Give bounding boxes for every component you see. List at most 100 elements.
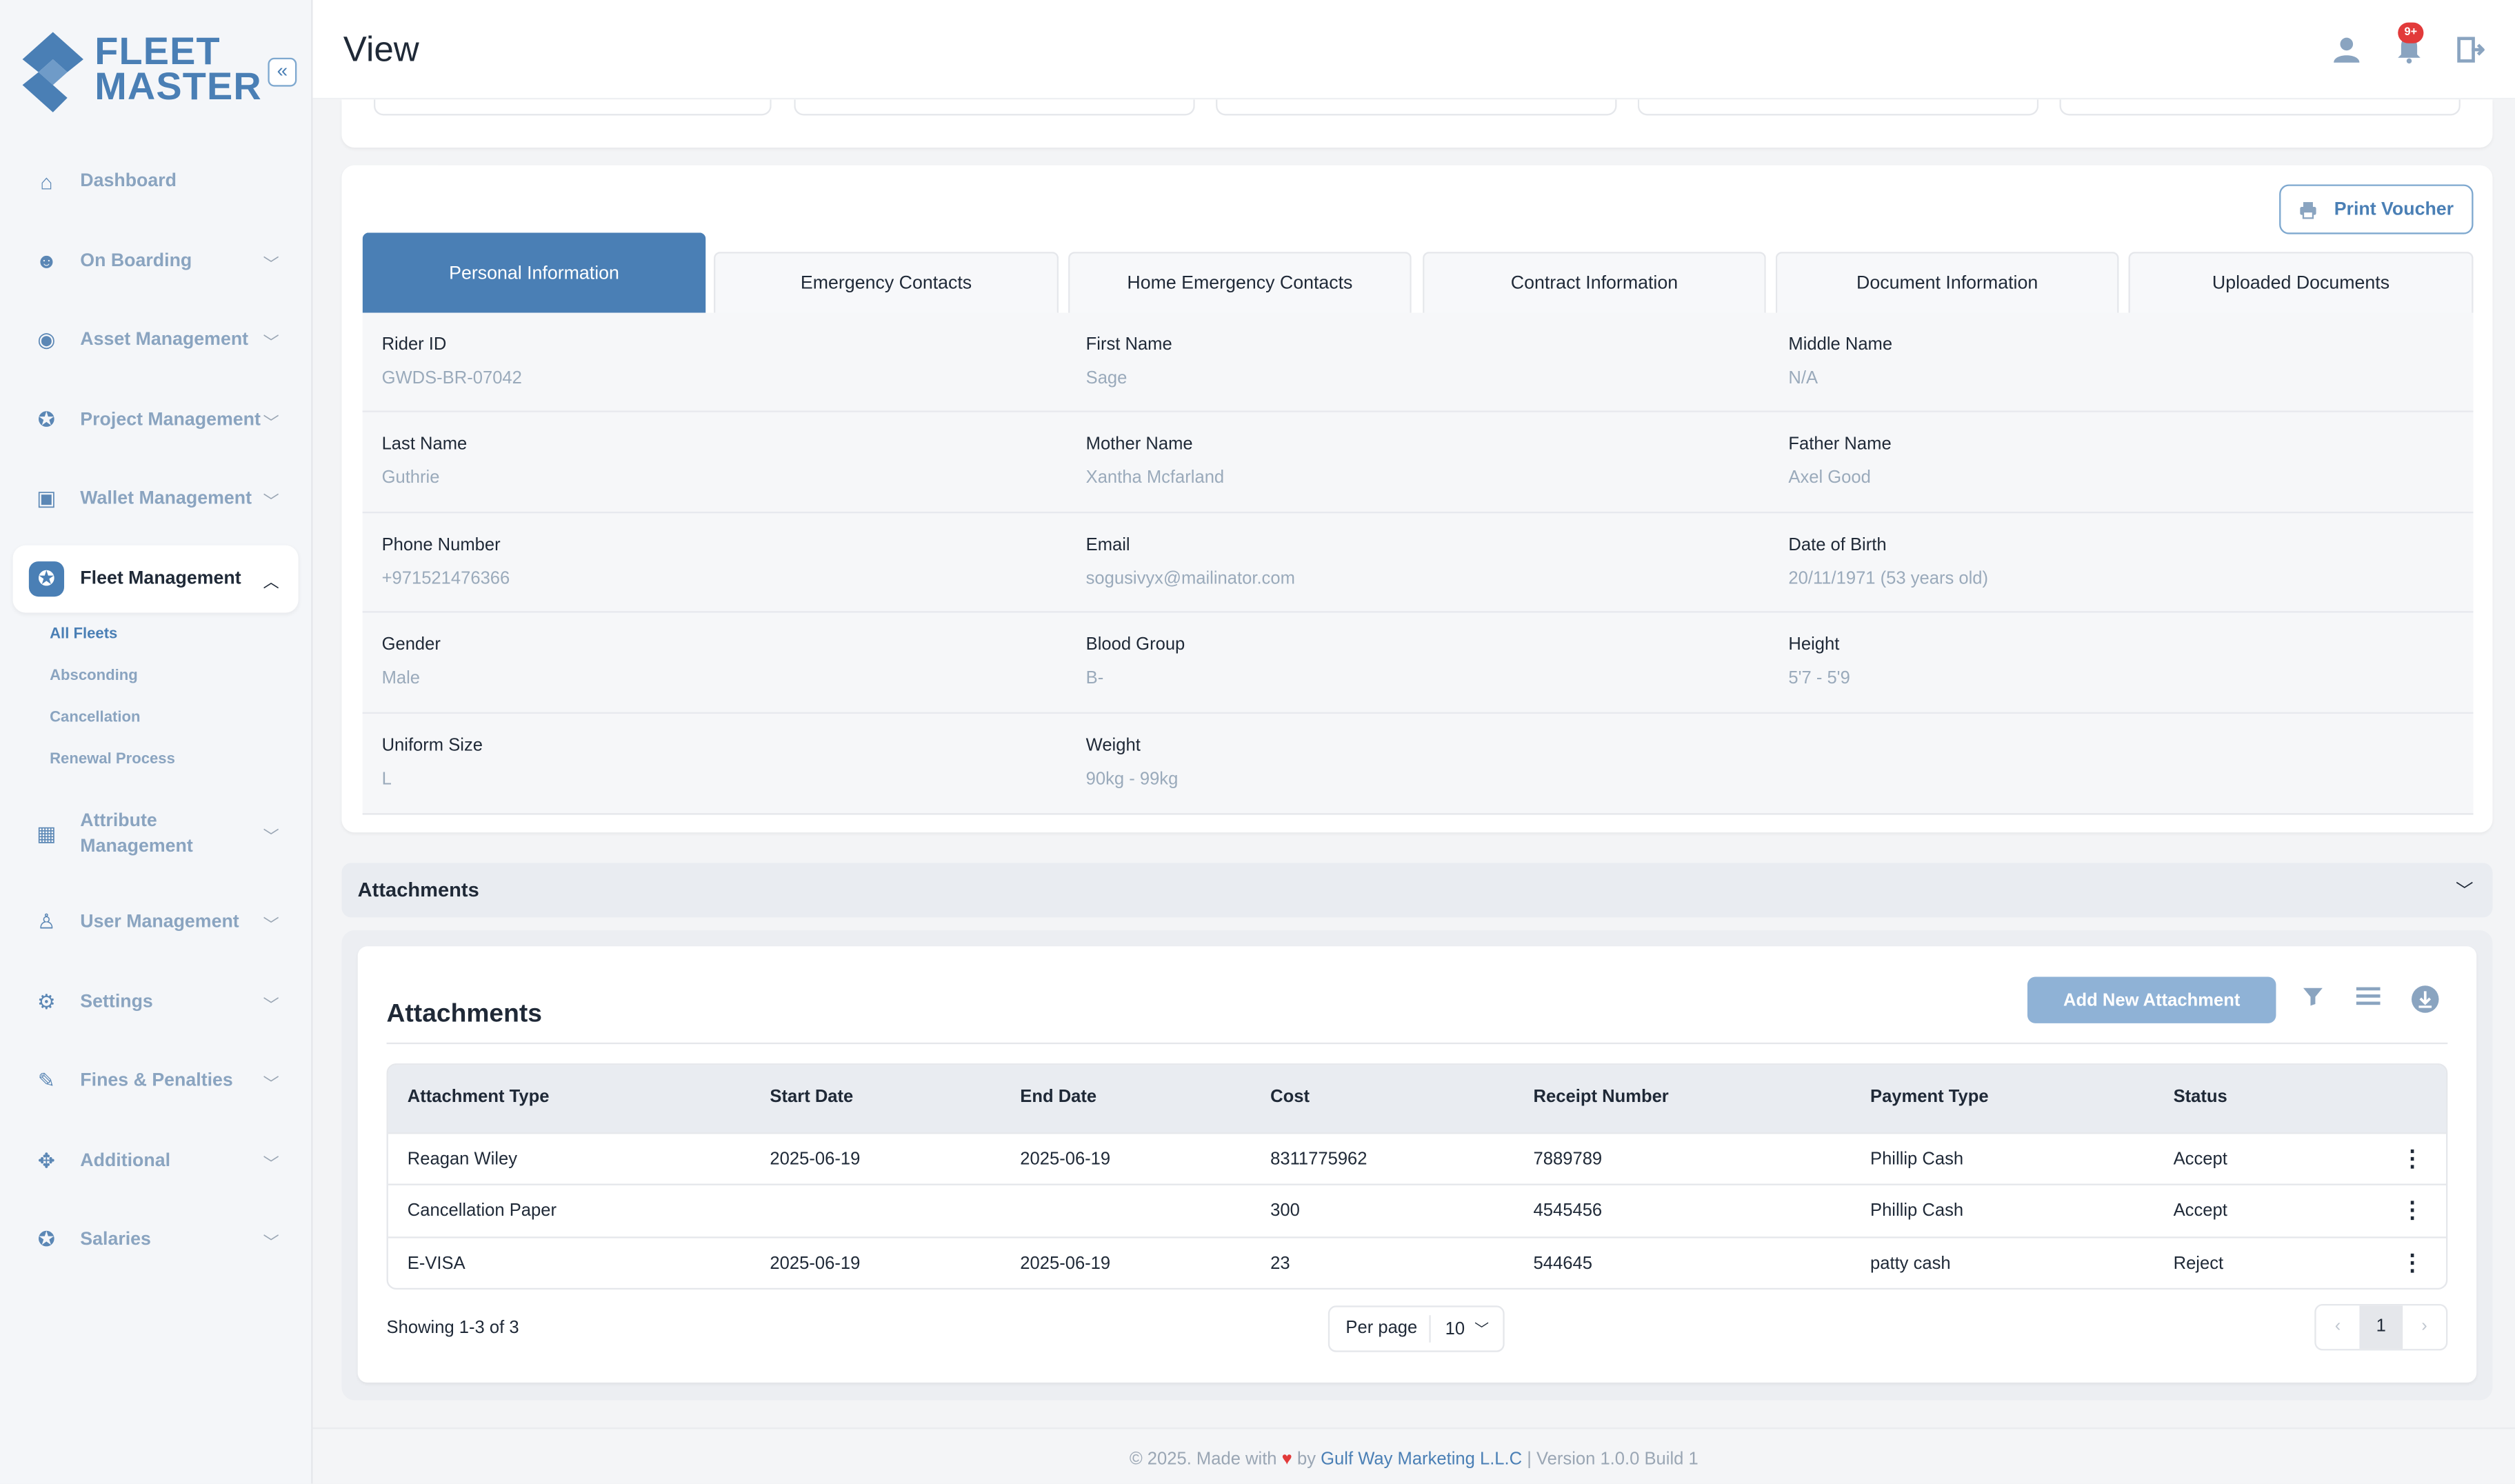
users-icon: ♙ xyxy=(37,909,57,934)
column-header[interactable]: Start Date xyxy=(770,1087,853,1107)
field-label: Date of Birth xyxy=(1788,535,1887,555)
per-page-select[interactable]: Per page 10 ﹀ xyxy=(1327,1305,1505,1352)
filter-icon[interactable] xyxy=(2298,985,2327,1014)
sidebar-item-on-boarding[interactable]: ☻ On Boarding ﹀ xyxy=(13,227,299,294)
column-header[interactable]: Cost xyxy=(1270,1087,1310,1107)
table-cell: Phillip Cash xyxy=(1870,1150,1964,1170)
tab-emergency-contacts[interactable]: Emergency Contacts xyxy=(714,252,1059,313)
submenu-item-absconding[interactable]: Absconding xyxy=(50,661,299,703)
attachments-accordion-header[interactable]: Attachments ﹀ xyxy=(341,863,2493,918)
info-field: Mother Name Xantha Mcfarland xyxy=(1086,435,1225,488)
sidebar-item-additional[interactable]: ✥ Additional ﹀ xyxy=(13,1127,299,1194)
field-label: Weight xyxy=(1085,735,1141,755)
per-page-value: 10 xyxy=(1445,1319,1465,1338)
tab-uploaded-documents[interactable]: Uploaded Documents xyxy=(2128,252,2474,313)
column-header[interactable]: Attachment Type xyxy=(408,1087,550,1107)
columns-icon[interactable] xyxy=(2353,985,2382,1014)
divider xyxy=(386,1042,2448,1045)
row-menu-icon[interactable]: ⋮ xyxy=(2401,1249,2424,1276)
field-label: Mother Name xyxy=(1085,435,1193,455)
summary-box xyxy=(1216,99,1617,116)
field-label: Father Name xyxy=(1788,435,1892,455)
table-cell: 23 xyxy=(1270,1253,1290,1273)
footer-company-link[interactable]: Gulf Way Marketing L.L.C xyxy=(1321,1450,1522,1470)
print-voucher-label: Print Voucher xyxy=(2334,199,2454,219)
tab-personal-information[interactable]: Personal Information xyxy=(362,232,706,313)
sidebar-item-fleet-management[interactable]: ✪ Fleet Management ︿ xyxy=(12,545,299,613)
table-cell: 300 xyxy=(1270,1201,1300,1221)
add-new-attachment-button[interactable]: Add New Attachment xyxy=(2027,976,2276,1023)
summary-box xyxy=(1637,99,2039,116)
app-logo[interactable]: FLEET MASTER xyxy=(22,29,263,117)
field-value: sogusivyx@mailinator.com xyxy=(1085,569,1295,589)
chevron-down-icon: ﹀ xyxy=(263,917,279,935)
page-button[interactable]: 1 xyxy=(2359,1305,2403,1350)
info-field: Middle Name N/A xyxy=(1788,335,1892,388)
fleet-icon: ✪ xyxy=(28,561,65,597)
summary-box xyxy=(2059,99,2461,116)
page-title: View xyxy=(343,28,419,70)
field-value: +971521476366 xyxy=(381,569,510,589)
column-header[interactable]: End Date xyxy=(1020,1087,1096,1107)
sidebar-item-dashboard[interactable]: ⌂ Dashboard xyxy=(13,148,299,215)
table-cell: Reject xyxy=(2173,1253,2224,1273)
footer-by: by xyxy=(1296,1450,1316,1470)
collapse-sidebar-button[interactable]: « xyxy=(268,57,297,87)
field-label: Height xyxy=(1788,635,1840,655)
download-icon[interactable] xyxy=(2411,985,2440,1014)
sidebar-item-settings[interactable]: ⚙ Settings ﹀ xyxy=(13,968,299,1036)
submenu-item-all-fleets[interactable]: All Fleets xyxy=(50,619,299,661)
info-field: Last Name Guthrie xyxy=(382,435,468,488)
footer: © 2025. Made with ♥ by Gulf Way Marketin… xyxy=(312,1427,2515,1484)
logout-icon[interactable] xyxy=(2456,35,2485,64)
row-menu-icon[interactable]: ⋮ xyxy=(2401,1197,2424,1225)
table-cell: 2025-06-19 xyxy=(770,1150,861,1170)
info-field: Uniform Size L xyxy=(382,736,483,789)
sidebar-item-project-management[interactable]: ✪ Project Management ﹀ xyxy=(13,386,299,454)
info-field: First Name Sage xyxy=(1086,335,1172,388)
per-page-label: Per page xyxy=(1330,1315,1431,1343)
sidebar-item-label: On Boarding xyxy=(80,251,192,271)
chevron-down-icon: ﹀ xyxy=(263,494,279,512)
column-header[interactable]: Receipt Number xyxy=(1534,1087,1669,1107)
table-row[interactable]: E-VISA 2025-06-19 2025-06-19 23 544645 p… xyxy=(388,1236,2446,1287)
sidebar-item-user-management[interactable]: ♙ User Management ﹀ xyxy=(13,888,299,956)
tab-contract-information[interactable]: Contract Information xyxy=(1423,252,1766,313)
column-header[interactable]: Status xyxy=(2174,1087,2227,1107)
table-cell: E-VISA xyxy=(407,1253,465,1273)
fines-icon: ✎ xyxy=(37,1068,56,1093)
sidebar-item-fines-penalties[interactable]: ✎ Fines & Penalties ﹀ xyxy=(13,1047,299,1115)
table-row[interactable]: Reagan Wiley 2025-06-19 2025-06-19 83117… xyxy=(388,1132,2446,1184)
chevron-down-icon: ﹀ xyxy=(263,830,279,848)
sidebar-item-asset-management[interactable]: ◉ Asset Management ﹀ xyxy=(13,307,299,374)
chevron-down-icon: ﹀ xyxy=(263,335,279,354)
info-field: Email sogusivyx@mailinator.com xyxy=(1086,535,1295,588)
tab-document-information[interactable]: Document Information xyxy=(1775,252,2119,313)
sidebar-item-attribute-management[interactable]: ▦ Attribute Management ﹀ xyxy=(13,793,299,876)
column-header[interactable]: Payment Type xyxy=(1870,1087,1989,1107)
prev-page-button[interactable]: ‹ xyxy=(2316,1305,2360,1349)
tab-home-emergency-contacts[interactable]: Home Emergency Contacts xyxy=(1068,252,1412,313)
logo-line-2: MASTER xyxy=(94,66,262,110)
user-icon[interactable] xyxy=(2332,35,2361,64)
submenu-item-renewal-process[interactable]: Renewal Process xyxy=(50,745,299,787)
attachments-card: Attachments Add New Attachment Attachmen… xyxy=(357,946,2477,1383)
next-page-button[interactable]: › xyxy=(2403,1305,2446,1349)
submenu-item-cancellation[interactable]: Cancellation xyxy=(50,703,299,745)
field-label: Phone Number xyxy=(381,535,501,555)
rider-info-card: Print Voucher Personal Information Emerg… xyxy=(341,165,2493,833)
attachments-section-title: Attachments xyxy=(357,879,479,902)
sidebar-item-label: Settings xyxy=(80,992,153,1012)
table-cell: patty cash xyxy=(1870,1253,1951,1273)
row-menu-icon[interactable]: ⋮ xyxy=(2401,1145,2424,1173)
sidebar-item-wallet-management[interactable]: ▣ Wallet Management ﹀ xyxy=(13,465,299,533)
sidebar: FLEET MASTER « ⌂ Dashboard ☻ On Boarding… xyxy=(0,0,313,1484)
chevron-down-icon: ﹀ xyxy=(263,414,279,433)
info-field: Height 5'7 - 5'9 xyxy=(1788,635,1850,688)
sidebar-item-salaries[interactable]: ✪ Salaries ﹀ xyxy=(13,1207,299,1274)
table-cell: 8311775962 xyxy=(1270,1150,1367,1170)
print-voucher-button[interactable]: Print Voucher xyxy=(2279,184,2474,234)
field-label: Uniform Size xyxy=(381,735,483,755)
sidebar-item-label: Fleet Management xyxy=(80,569,241,589)
table-row[interactable]: Cancellation Paper 300 4545456 Phillip C… xyxy=(388,1184,2446,1236)
